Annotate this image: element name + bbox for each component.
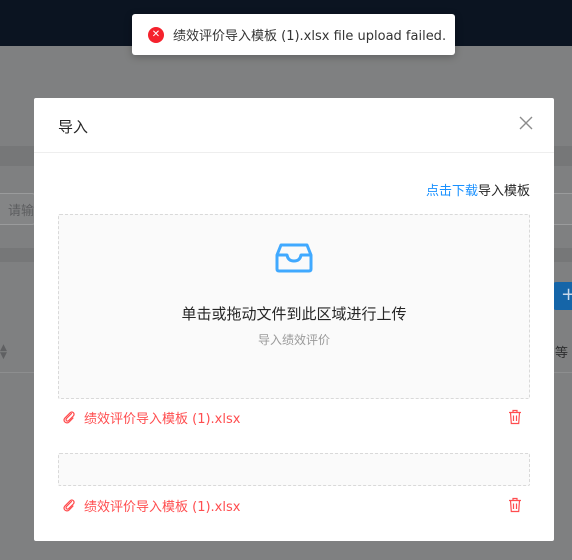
delete-icon[interactable] <box>508 409 522 425</box>
inbox-icon <box>275 243 313 273</box>
toast-message: 绩效评价导入模板 (1).xlsx file upload failed. <box>173 29 447 44</box>
download-template-label: 导入模板 <box>477 184 530 199</box>
file-name: 绩效评价导入模板 (1).xlsx <box>84 499 241 515</box>
download-template-link[interactable]: 点击下载 <box>426 184 478 199</box>
upload-dropzone[interactable]: 单击或拖动文件到此区域进行上传 导入绩效评价 <box>58 214 530 399</box>
download-template-row: 点击下载导入模板 <box>426 180 530 199</box>
modal-header: 导入 <box>34 98 554 153</box>
close-icon[interactable] <box>518 115 534 131</box>
upload-dropzone-secondary[interactable] <box>58 453 530 486</box>
import-modal: 导入 点击下载导入模板 单击或拖动文件到此区域进行上传 导入绩效评价 绩效评价导… <box>34 98 554 541</box>
dropzone-main-text: 单击或拖动文件到此区域进行上传 <box>181 305 407 323</box>
modal-title: 导入 <box>58 118 89 136</box>
error-circle-icon: ✕ <box>148 26 164 43</box>
upload-file-item[interactable]: 绩效评价导入模板 (1).xlsx <box>58 406 530 428</box>
paperclip-icon <box>63 411 75 424</box>
sort-icon: ▲ ▼ <box>0 343 7 361</box>
background-column-header: 等 <box>555 346 569 361</box>
upload-file-item[interactable]: 绩效评价导入模板 (1).xlsx <box>58 494 530 516</box>
delete-icon[interactable] <box>508 497 522 513</box>
error-toast: ✕ 绩效评价导入模板 (1).xlsx file upload failed. <box>132 14 455 55</box>
background-add-button: + <box>553 282 572 310</box>
file-name: 绩效评价导入模板 (1).xlsx <box>84 411 241 427</box>
paperclip-icon <box>63 499 75 512</box>
dropzone-hint-text: 导入绩效评价 <box>257 333 330 347</box>
background-search-placeholder: 请输 <box>8 204 35 219</box>
